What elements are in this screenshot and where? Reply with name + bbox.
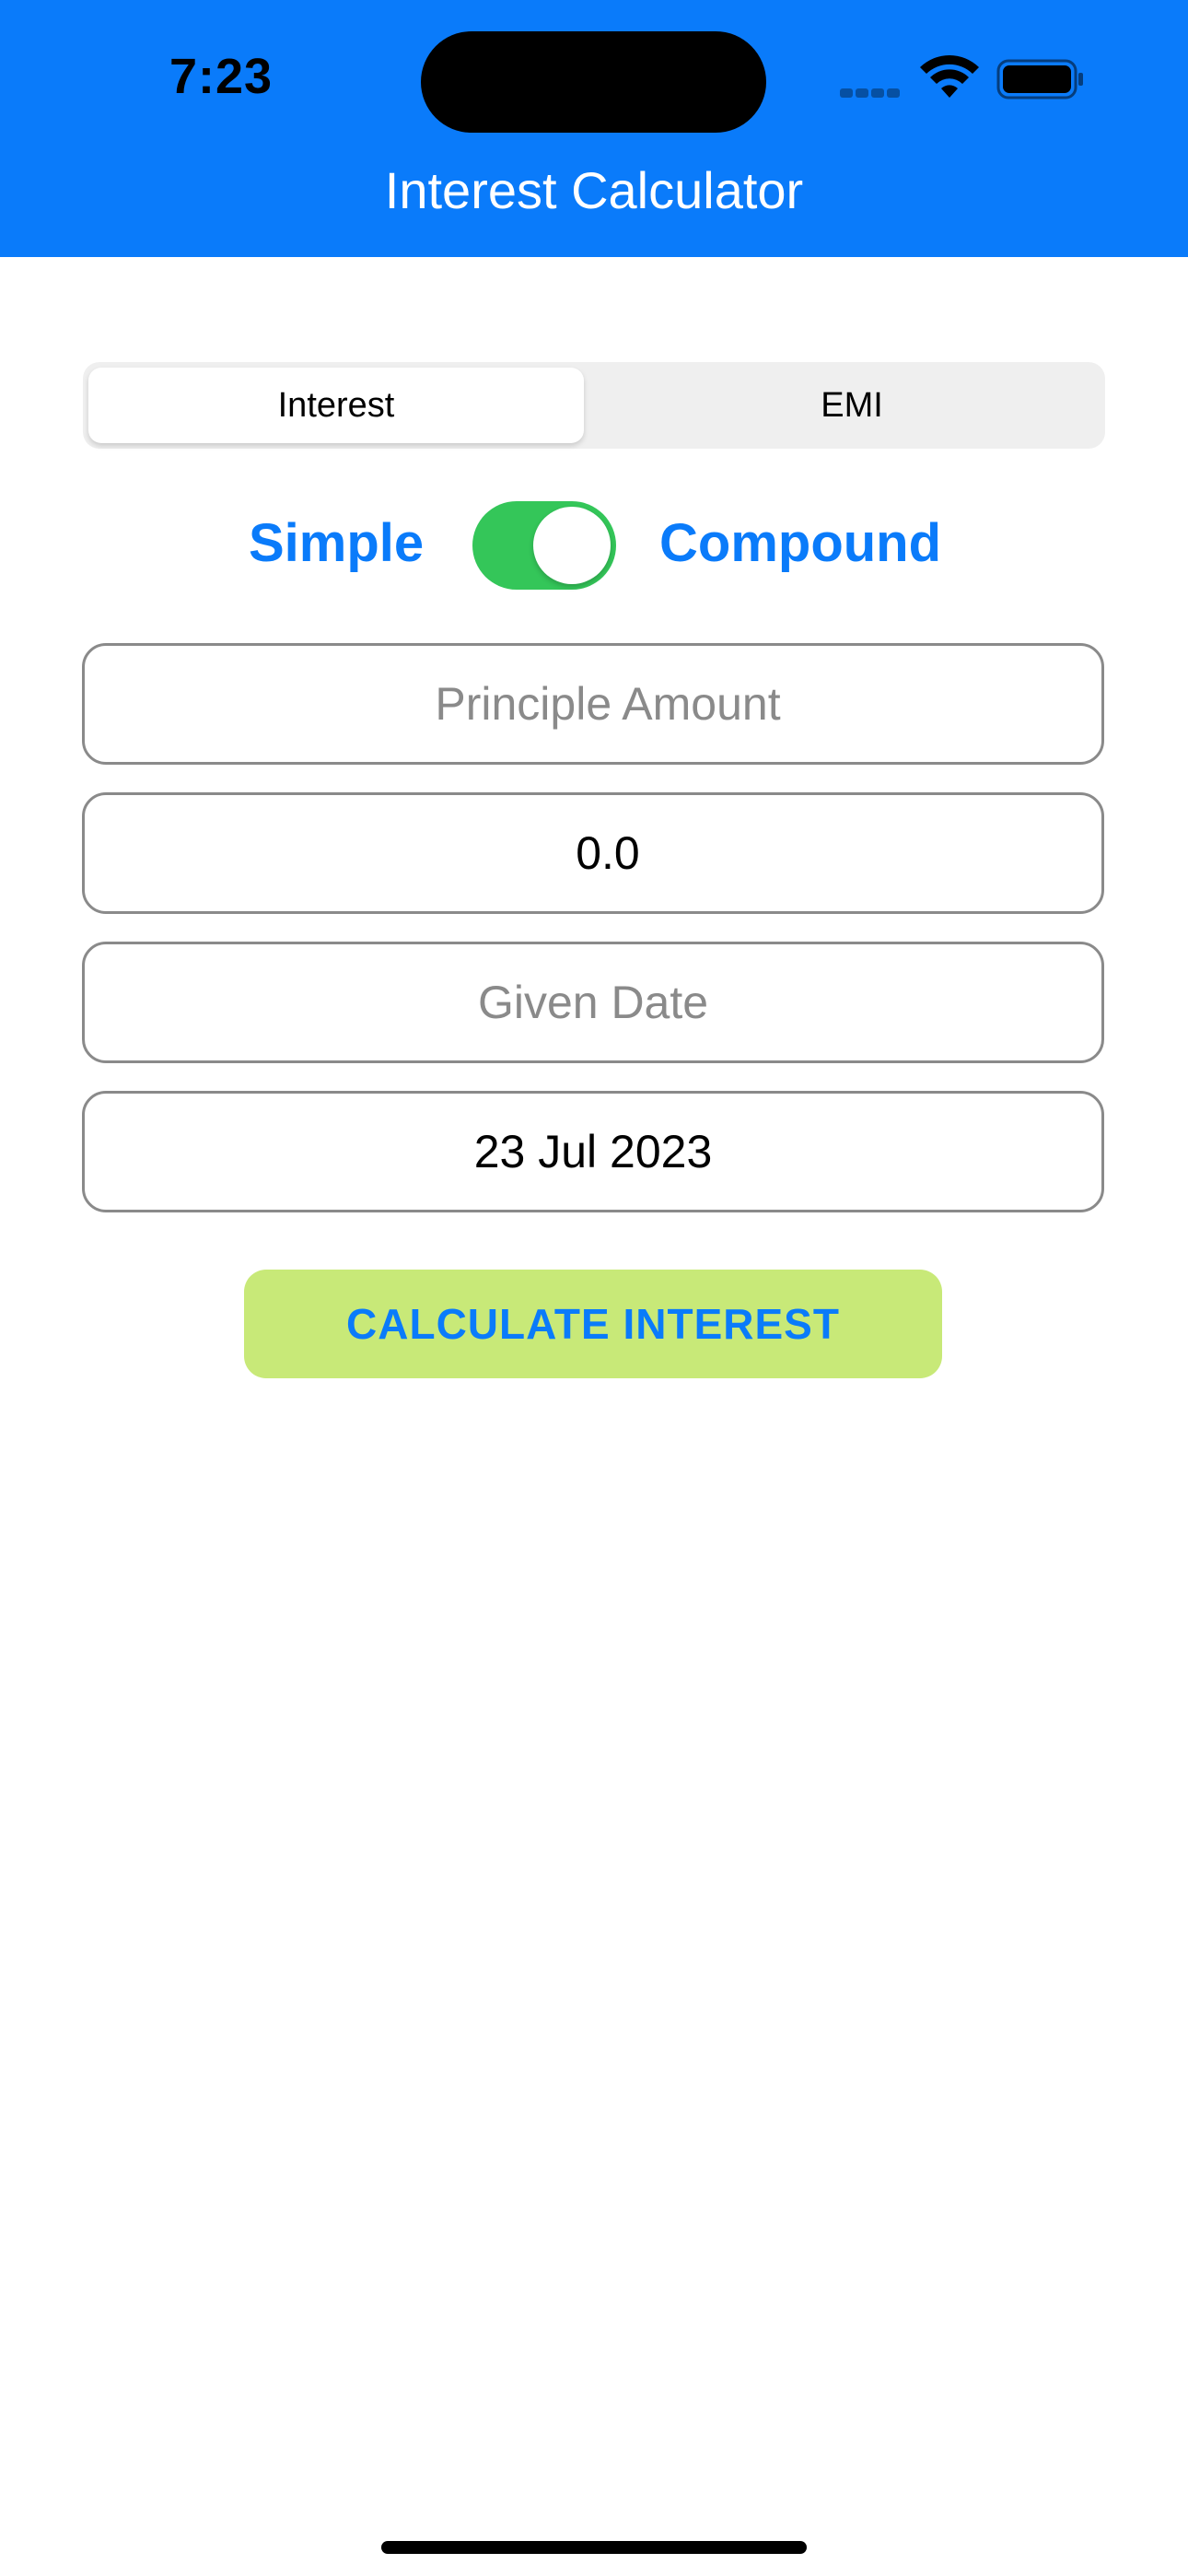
page-title: Interest Calculator <box>384 161 804 219</box>
calculate-interest-button[interactable]: CALCULATE INTEREST <box>244 1270 942 1378</box>
end-date-input[interactable]: 23 Jul 2023 <box>82 1091 1104 1212</box>
wifi-icon <box>919 55 980 101</box>
rate-input[interactable]: 0.0 <box>82 792 1104 914</box>
battery-icon <box>996 59 1085 100</box>
compound-label: Compound <box>659 513 942 573</box>
status-time: 7:23 <box>169 49 274 104</box>
home-indicator[interactable] <box>381 2541 807 2554</box>
segment-interest[interactable]: Interest <box>88 368 584 443</box>
simple-compound-toggle[interactable] <box>472 501 616 590</box>
toggle-knob <box>533 507 611 584</box>
given-date-input[interactable]: Given Date <box>82 942 1104 1063</box>
dynamic-island <box>421 31 766 133</box>
cellular-signal-icon <box>840 86 904 99</box>
simple-label: Simple <box>249 513 425 573</box>
mode-segmented-control: Interest EMI <box>83 362 1105 449</box>
app-header: 7:23 Interest Calculator <box>0 0 1188 257</box>
segment-emi[interactable]: EMI <box>604 368 1100 443</box>
principle-amount-input[interactable]: Principle Amount <box>82 643 1104 765</box>
